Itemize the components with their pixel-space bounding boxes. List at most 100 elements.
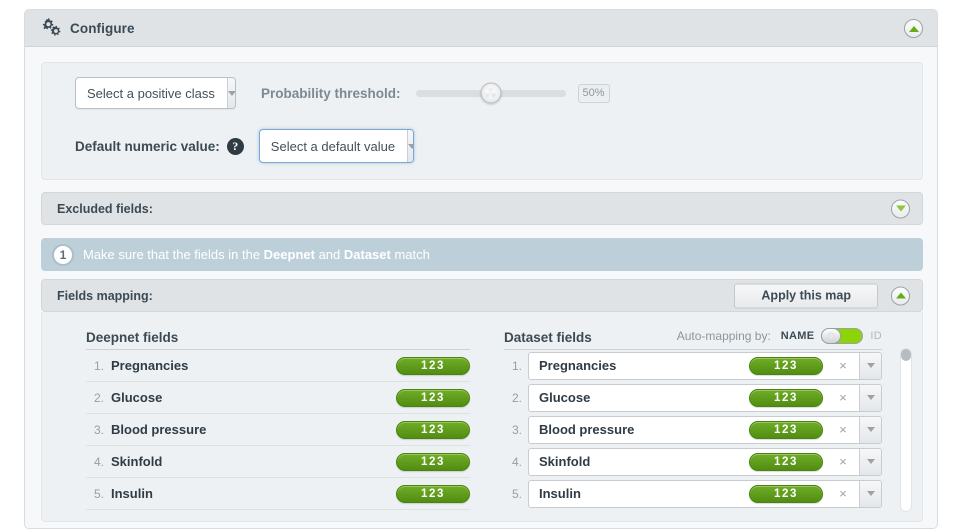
fields-mapping-scrollbar[interactable]	[900, 348, 912, 512]
probability-threshold-label: Probability threshold:	[261, 85, 401, 101]
auto-mapping-name-label[interactable]: NAME	[781, 330, 815, 342]
deepnet-field-name: Pregnancies	[111, 358, 189, 373]
dataset-field-input[interactable]: Insulin 123 ×	[528, 479, 882, 508]
question-mark-icon[interactable]: ?	[226, 137, 244, 155]
deepnet-field-name: Skinfold	[111, 454, 163, 469]
clear-field-button[interactable]: ×	[835, 421, 851, 439]
dataset-field-dropdown-button[interactable]	[859, 352, 881, 379]
dataset-field-input[interactable]: Blood pressure 123 ×	[528, 415, 882, 444]
clear-field-button[interactable]: ×	[835, 453, 851, 471]
deepnet-field-number: 2.	[93, 390, 104, 405]
numeric-type-badge: 123	[749, 356, 823, 375]
triangle-up-circle-icon	[895, 292, 906, 299]
numeric-type-badge: 123	[749, 420, 823, 439]
deepnet-fields-list: 1. Pregnancies 123 2. Glucose 123 3. Blood pres…	[86, 350, 470, 510]
positive-class-select[interactable]: Select a positive class	[75, 77, 236, 109]
auto-mapping-control: Auto-mapping by: NAME ID	[677, 328, 882, 345]
fields-mapping-area: Deepnet fields 1. Pregnancies 123 2. Glucose…	[41, 312, 923, 522]
deepnet-field-name: Insulin	[111, 486, 153, 501]
dataset-field-row: 1. Pregnancies 123 ×	[504, 350, 882, 381]
configure-collapse-button[interactable]	[904, 19, 923, 38]
dataset-fields-list: 1. Pregnancies 123 × 2. Glucose 123 × 3. Blood pr…	[504, 350, 882, 509]
auto-mapping-toggle[interactable]	[821, 328, 864, 344]
configure-header: Configure	[25, 10, 937, 47]
dataset-field-name: Glucose	[539, 390, 591, 405]
dataset-field-input[interactable]: Skinfold 123 ×	[528, 447, 882, 476]
deepnet-field-number: 4.	[93, 454, 104, 469]
excluded-fields-title: Excluded fields:	[57, 201, 153, 216]
clear-field-button[interactable]: ×	[835, 389, 851, 407]
clear-field-button[interactable]: ×	[835, 357, 851, 375]
numeric-type-badge: 123	[396, 420, 470, 439]
clear-field-button[interactable]: ×	[835, 485, 851, 503]
positive-class-caret[interactable]	[226, 78, 235, 108]
scrollbar-thumb[interactable]	[901, 349, 911, 361]
dataset-field-dropdown-button[interactable]	[859, 480, 881, 507]
probability-threshold-value: 50%	[577, 83, 610, 103]
deepnet-field-number: 3.	[93, 422, 104, 437]
fields-mapping-bar: Fields mapping: Apply this map	[41, 279, 923, 312]
dataset-field-row: 2. Glucose 123 ×	[504, 382, 882, 413]
numeric-type-badge: 123	[749, 388, 823, 407]
numeric-type-badge: 123	[749, 452, 823, 471]
banner-text-1: Make sure that the fields in the	[83, 247, 264, 262]
toggle-knob	[821, 328, 842, 344]
apply-this-map-button[interactable]: Apply this map	[734, 283, 878, 308]
slider-handle[interactable]	[480, 82, 502, 104]
numeric-type-badge: 123	[396, 388, 470, 407]
configure-body: Select a positive class Probability thre…	[41, 62, 923, 180]
banner-bold-deepnet: Deepnet	[263, 247, 315, 262]
excluded-fields-bar[interactable]: Excluded fields:	[41, 192, 923, 225]
dataset-field-number: 5.	[511, 486, 522, 501]
excluded-fields-expand-button[interactable]	[891, 199, 910, 218]
default-value-select[interactable]: Select a default value	[258, 129, 414, 163]
default-numeric-value-label: Default numeric value:	[75, 138, 220, 154]
positive-class-value: Select a positive class	[87, 85, 215, 101]
dataset-field-row: 3. Blood pressure 123 ×	[504, 414, 882, 445]
numeric-type-badge: 123	[396, 484, 470, 503]
default-value-caret[interactable]	[407, 130, 413, 162]
dataset-field-dropdown-button[interactable]	[859, 384, 881, 411]
deepnet-field-row: 2. Glucose 123	[86, 382, 470, 414]
triangle-up-circle-icon	[908, 25, 919, 32]
dataset-field-number: 2.	[511, 390, 522, 405]
deepnet-field-name: Blood pressure	[111, 422, 207, 437]
numeric-type-badge: 123	[396, 452, 470, 471]
deepnet-fields-header: Deepnet fields	[86, 324, 470, 350]
dataset-fields-column: Dataset fields Auto-mapping by: NAME ID …	[504, 324, 882, 510]
dataset-field-row: 4. Skinfold 123 ×	[504, 446, 882, 477]
deepnet-field-name: Glucose	[111, 390, 163, 405]
probability-threshold-slider[interactable]	[415, 81, 566, 105]
positive-class-row: Select a positive class Probability thre…	[75, 77, 610, 109]
dataset-field-input[interactable]: Glucose 123 ×	[528, 383, 882, 412]
deepnet-fields-column: Deepnet fields 1. Pregnancies 123 2. Glucose…	[86, 324, 470, 510]
dataset-field-dropdown-button[interactable]	[859, 416, 881, 443]
chevron-down-icon	[866, 363, 875, 368]
auto-mapping-id-label[interactable]: ID	[870, 330, 882, 342]
dataset-field-dropdown-button[interactable]	[859, 448, 881, 475]
dataset-field-name: Skinfold	[539, 454, 591, 469]
step-number-badge: 1	[52, 243, 74, 266]
deepnet-fields-title: Deepnet fields	[86, 330, 179, 345]
deepnet-field-row: 4. Skinfold 123	[86, 446, 470, 478]
dataset-field-input[interactable]: Pregnancies 123 ×	[528, 351, 882, 380]
chevron-down-icon	[866, 427, 875, 432]
dataset-field-number: 4.	[511, 454, 522, 469]
banner-bold-dataset: Dataset	[343, 247, 391, 262]
step-banner: 1 Make sure that the fields in the Deepn…	[41, 238, 923, 271]
fields-mapping-title: Fields mapping:	[57, 288, 153, 303]
deepnet-field-number: 5.	[93, 486, 104, 501]
numeric-type-badge: 123	[749, 484, 823, 503]
banner-text-3: match	[390, 247, 430, 262]
step-banner-text: Make sure that the fields in the Deepnet…	[83, 247, 430, 262]
numeric-type-badge: 123	[396, 356, 470, 375]
dataset-field-row: 5. Insulin 123 ×	[504, 478, 882, 509]
fields-mapping-collapse-button[interactable]	[891, 286, 910, 305]
chevron-down-icon	[866, 491, 875, 496]
chevron-down-icon	[866, 395, 875, 400]
deepnet-field-row: 1. Pregnancies 123	[86, 350, 470, 382]
dataset-fields-header: Dataset fields Auto-mapping by: NAME ID	[504, 324, 882, 350]
banner-text-2: and	[314, 247, 344, 262]
dataset-field-number: 1.	[511, 358, 522, 373]
dataset-field-name: Blood pressure	[539, 422, 635, 437]
